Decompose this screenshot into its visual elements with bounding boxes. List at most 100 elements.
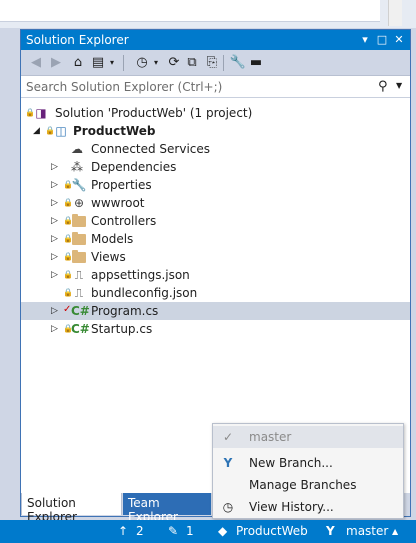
toolbar-separator — [123, 55, 124, 71]
forward-icon[interactable]: ▶ — [47, 54, 65, 72]
json-file-icon: ⎍ — [74, 268, 84, 282]
tree-row[interactable]: ▷ 🔒 🔧 Properties — [21, 176, 410, 194]
tree-row-solution[interactable]: 🔒 ◨ Solution 'ProductWeb' (1 project) — [21, 104, 410, 122]
branch-menu-arrow-icon[interactable]: ▲ — [392, 527, 398, 536]
tree-item-label: Connected Services — [91, 142, 211, 156]
maximize-icon[interactable]: □ — [375, 32, 389, 47]
show-all-files-icon[interactable]: ⎘ — [203, 54, 221, 72]
left-background — [0, 28, 20, 518]
expand-arrow-icon[interactable]: ▷ — [51, 323, 61, 335]
menu-item-view-history[interactable]: ◷ View History... — [213, 496, 403, 518]
back-icon[interactable]: ◀ — [27, 54, 45, 72]
filter-dropdown-icon[interactable]: ▾ — [147, 54, 165, 72]
tree-row[interactable]: ▷ 🔒 ⎍ appsettings.json — [21, 266, 410, 284]
close-icon[interactable]: ✕ — [392, 32, 406, 47]
expand-arrow-icon[interactable]: ▷ — [51, 197, 61, 209]
folder-icon — [71, 213, 87, 229]
panel-title: Solution Explorer — [26, 33, 129, 47]
toolbar-separator — [223, 55, 224, 71]
tree-row[interactable]: ▷ 🔒 Views — [21, 248, 410, 266]
tree-row[interactable]: ▷ 🔒 C# Startup.cs — [21, 320, 410, 338]
lock-icon: 🔒 — [63, 234, 73, 243]
collapse-arrow-icon[interactable]: ◢ — [33, 125, 43, 137]
editor-strip — [0, 0, 380, 22]
tree-row-project[interactable]: ◢ 🔒 ◫ ProductWeb — [21, 122, 410, 140]
check-icon: ✓ — [222, 430, 234, 444]
new-branch-label: New Branch... — [249, 456, 333, 470]
collapse-all-icon[interactable]: ⧉ — [183, 54, 201, 72]
tree-item-label: Properties — [91, 178, 152, 192]
branch-context-menu: ✓ master Y New Branch... Manage Branches… — [212, 423, 404, 519]
tree-row[interactable]: ☁ Connected Services — [21, 140, 410, 158]
properties-wrench-icon[interactable]: 🔧 — [229, 54, 247, 72]
panel-titlebar[interactable]: Solution Explorer ▾ □ ✕ — [21, 30, 410, 50]
expand-arrow-icon[interactable]: ▷ — [51, 269, 61, 281]
dependencies-icon: ⁂ — [71, 160, 83, 174]
branch-name[interactable]: master — [346, 524, 388, 538]
pencil-icon[interactable]: ✎ — [168, 524, 178, 538]
preview-selected-icon[interactable]: ▬ — [247, 54, 265, 72]
tree-item-label: Dependencies — [91, 160, 177, 174]
lock-icon: 🔒 — [63, 288, 73, 297]
tree-row[interactable]: 🔒 ⎍ bundleconfig.json — [21, 284, 410, 302]
expand-arrow-icon[interactable]: ▷ — [51, 215, 61, 227]
globe-icon: ⊕ — [73, 196, 85, 210]
unpublished-commits-count[interactable]: 2 — [136, 524, 144, 538]
cloud-icon: ☁ — [71, 142, 83, 156]
menu-item-new-branch[interactable]: Y New Branch... — [213, 452, 403, 474]
project-label: ProductWeb — [73, 124, 156, 138]
pending-changes-count[interactable]: 1 — [186, 524, 194, 538]
expand-arrow-icon[interactable]: ▷ — [51, 179, 61, 191]
tree-row[interactable]: ▷ 🔒 Controllers — [21, 212, 410, 230]
folder-icon — [71, 231, 87, 247]
tree-item-label: wwwroot — [91, 196, 145, 210]
search-box[interactable]: Search Solution Explorer (Ctrl+;) ⚲ ▼ — [21, 77, 410, 98]
tree-row[interactable]: ▷ ⁂ Dependencies — [21, 158, 410, 176]
search-placeholder: Search Solution Explorer (Ctrl+;) — [26, 80, 223, 94]
window-position-dropdown-icon[interactable]: ▾ — [358, 32, 372, 47]
expand-arrow-icon[interactable]: ▷ — [51, 161, 61, 173]
panel-toolbar: ◀ ▶ ⌂ ▤ ▾ ◷ ▾ ⟳ ⧉ ⎘ 🔧 ▬ — [21, 50, 410, 76]
lock-icon: 🔒 — [63, 180, 73, 189]
history-icon: ◷ — [222, 500, 234, 514]
editor-background — [0, 0, 416, 28]
csharp-file-icon: C# — [71, 304, 90, 318]
status-bar: ↑ 2 ✎ 1 ◆ ProductWeb Y master ▲ — [0, 520, 416, 543]
web-project-icon: ◫ — [55, 124, 67, 138]
sync-icon[interactable]: ⟳ — [165, 54, 183, 72]
tree-item-label: Views — [91, 250, 126, 264]
branch-status-icon[interactable]: Y — [326, 524, 335, 538]
tree-item-label: Models — [91, 232, 134, 246]
editor-scrollbar[interactable] — [388, 0, 402, 26]
menu-item-current-branch: ✓ master — [213, 426, 403, 448]
json-file-icon: ⎍ — [74, 286, 84, 300]
tree-item-label: Controllers — [91, 214, 157, 228]
csharp-file-icon: C# — [71, 322, 90, 336]
search-icon[interactable]: ⚲ — [378, 79, 388, 94]
solution-label: Solution 'ProductWeb' (1 project) — [55, 106, 253, 120]
tree-item-label: Startup.cs — [91, 322, 153, 336]
current-branch-label: master — [249, 430, 292, 444]
search-options-dropdown-icon[interactable]: ▼ — [396, 81, 402, 90]
expand-arrow-icon[interactable]: ▷ — [51, 305, 61, 317]
branch-icon: Y — [223, 456, 233, 470]
lock-icon: 🔒 — [45, 126, 55, 135]
lock-icon: 🔒 — [63, 270, 73, 279]
repository-icon[interactable]: ◆ — [218, 524, 227, 538]
menu-item-manage-branches[interactable]: Manage Branches — [213, 474, 403, 496]
unpublished-commits-icon[interactable]: ↑ — [118, 524, 128, 538]
expand-arrow-icon[interactable]: ▷ — [51, 251, 61, 263]
expand-arrow-icon[interactable]: ▷ — [51, 233, 61, 245]
lock-icon: 🔒 — [25, 108, 35, 117]
lock-icon: 🔒 — [63, 324, 73, 333]
tab-team-explorer[interactable]: Team Explorer — [123, 493, 211, 524]
switch-views-dropdown-icon[interactable]: ▾ — [103, 54, 121, 72]
tree-row[interactable]: ▷ 🔒 Models — [21, 230, 410, 248]
tree-row[interactable]: ▷ 🔒 ⊕ wwwroot — [21, 194, 410, 212]
repository-name[interactable]: ProductWeb — [236, 524, 308, 538]
manage-branches-label: Manage Branches — [249, 478, 357, 492]
tree-row-selected[interactable]: ▷ ✓ C# Program.cs — [21, 302, 410, 320]
home-icon[interactable]: ⌂ — [69, 54, 87, 72]
tab-solution-explorer[interactable]: Solution Explorer — [21, 493, 122, 524]
lock-icon: 🔒 — [63, 198, 73, 207]
